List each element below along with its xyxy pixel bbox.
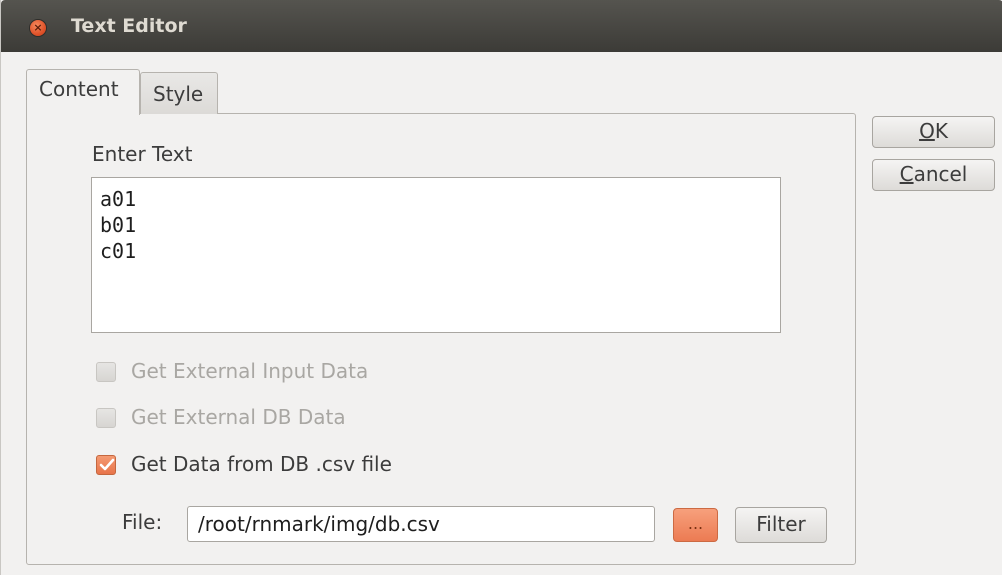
text-editor-window: × Text Editor Content Style Enter Text a… xyxy=(0,0,1002,575)
cancel-mnemonic: C xyxy=(899,162,914,186)
text-input-area[interactable]: a01 b01 c01 xyxy=(91,177,781,333)
tab-content-label: Content xyxy=(39,77,119,101)
csv-file-checkbox[interactable] xyxy=(96,455,116,475)
title-bar: × Text Editor xyxy=(1,0,1002,52)
external-input-label: Get External Input Data xyxy=(131,359,369,383)
filter-button[interactable]: Filter xyxy=(735,507,827,543)
ok-button[interactable]: OK xyxy=(872,116,995,148)
text-line: a01 xyxy=(100,187,137,211)
external-db-checkbox[interactable] xyxy=(96,408,116,428)
checkmark-icon xyxy=(99,458,115,471)
tab-style[interactable]: Style xyxy=(140,72,218,114)
cancel-button[interactable]: Cancel xyxy=(872,159,995,191)
cancel-label-rest: ancel xyxy=(913,162,968,186)
tab-content[interactable]: Content xyxy=(26,69,140,115)
window-title: Text Editor xyxy=(71,15,187,37)
ok-mnemonic: O xyxy=(919,119,935,143)
file-path-input[interactable] xyxy=(187,506,655,542)
external-input-checkbox[interactable] xyxy=(96,362,116,382)
text-line: c01 xyxy=(100,239,137,263)
browse-button[interactable]: ... xyxy=(673,508,718,542)
enter-text-label: Enter Text xyxy=(92,142,193,166)
tab-style-label: Style xyxy=(153,82,204,106)
csv-file-label: Get Data from DB .csv file xyxy=(131,452,392,476)
file-label: File: xyxy=(122,510,163,534)
close-icon[interactable]: × xyxy=(30,20,46,36)
ok-label-rest: K xyxy=(934,119,948,143)
text-line: b01 xyxy=(100,213,137,237)
external-db-label: Get External DB Data xyxy=(131,405,346,429)
